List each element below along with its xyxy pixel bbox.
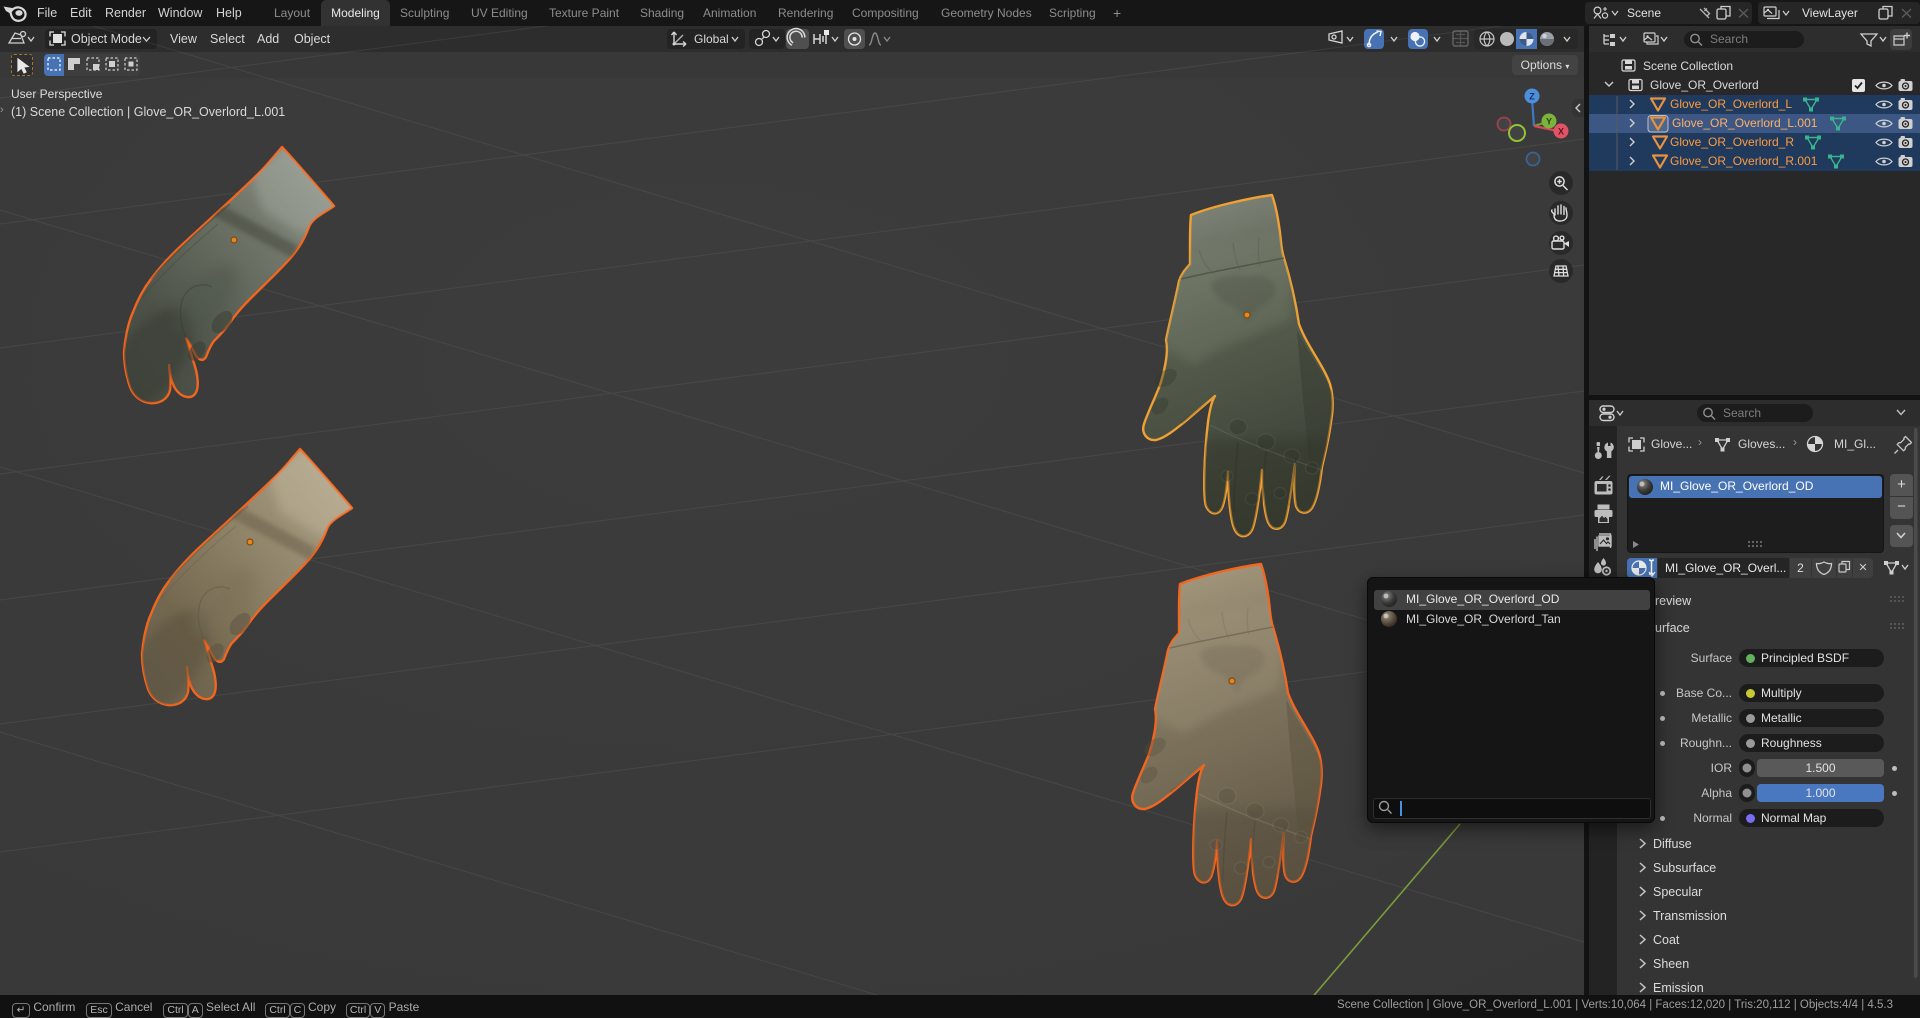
svg-text:X: X [1558,127,1564,137]
svg-text:Y: Y [1546,117,1552,127]
svg-text:Z: Z [1529,92,1535,102]
